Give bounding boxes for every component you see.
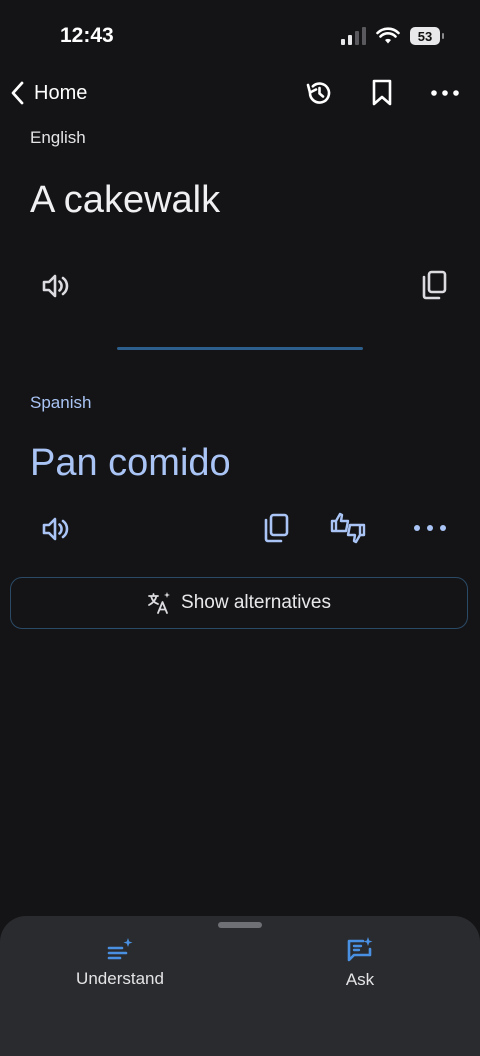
speaker-icon — [42, 274, 69, 298]
history-icon — [306, 82, 331, 104]
ask-button[interactable]: Ask — [285, 928, 435, 998]
target-more-button[interactable] — [406, 504, 454, 552]
chevron-left-icon — [11, 81, 24, 105]
wifi-icon — [376, 27, 400, 44]
battery-icon: 53 — [410, 27, 444, 45]
source-text[interactable]: A cakewalk — [30, 176, 220, 224]
source-copy-button[interactable] — [410, 261, 458, 309]
more-icon — [414, 525, 446, 531]
copy-icon — [264, 513, 289, 543]
translate-sparkle-icon — [148, 592, 171, 614]
section-divider — [117, 347, 363, 350]
status-indicators: 53 — [340, 24, 444, 48]
thumbs-up-down-icon — [330, 512, 366, 544]
show-alternatives-label: Show alternatives — [181, 592, 331, 613]
status-time: 12:43 — [60, 24, 114, 47]
bookmark-button[interactable] — [361, 72, 403, 114]
bookmark-icon — [372, 79, 392, 106]
back-button[interactable]: Home — [8, 72, 87, 114]
history-button[interactable] — [298, 72, 340, 114]
understand-icon — [107, 938, 133, 960]
copy-icon — [422, 270, 447, 300]
source-speak-button[interactable] — [32, 262, 80, 310]
target-text[interactable]: Pan comido — [30, 439, 231, 487]
ask-label: Ask — [345, 970, 375, 989]
sheet-drag-handle[interactable] — [218, 922, 262, 928]
source-language-label[interactable]: English — [30, 128, 86, 148]
ask-icon — [347, 937, 373, 962]
more-options-button[interactable] — [424, 72, 466, 114]
signal-icon — [341, 27, 366, 45]
battery-level: 53 — [417, 28, 433, 44]
show-alternatives-button[interactable]: Show alternatives — [10, 577, 468, 629]
speaker-icon — [42, 517, 69, 541]
target-copy-button[interactable] — [252, 504, 300, 552]
target-speak-button[interactable] — [32, 505, 80, 553]
target-language-label[interactable]: Spanish — [30, 393, 91, 413]
understand-label: Understand — [76, 969, 164, 988]
understand-button[interactable]: Understand — [45, 928, 195, 998]
back-label: Home — [34, 81, 88, 104]
feedback-button[interactable] — [324, 504, 372, 552]
more-icon — [431, 90, 459, 96]
